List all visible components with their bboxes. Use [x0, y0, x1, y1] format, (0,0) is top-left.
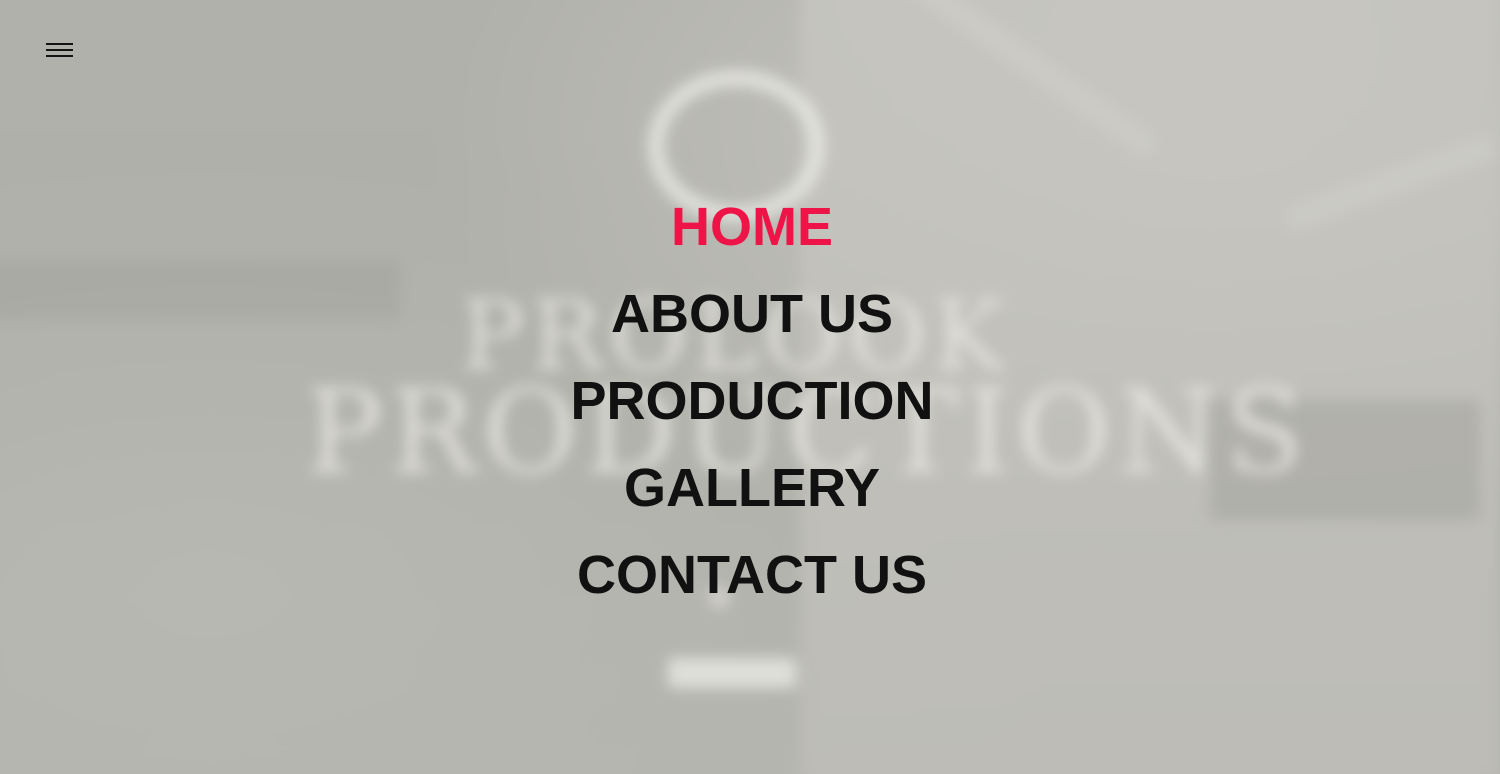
hamburger-line: [46, 43, 73, 45]
hamburger-line: [46, 55, 73, 57]
hamburger-line: [46, 49, 73, 51]
background-button: [668, 658, 796, 688]
page: PROLOOK PRODUCTIONS HOME ABOUT US PRODUC…: [0, 0, 1500, 774]
main-nav: HOME ABOUT US PRODUCTION GALLERY CONTACT…: [0, 184, 1500, 619]
nav-item-about-us[interactable]: ABOUT US: [0, 271, 1500, 358]
nav-item-gallery[interactable]: GALLERY: [0, 445, 1500, 532]
nav-item-home[interactable]: HOME: [0, 184, 1500, 271]
nav-item-contact-us[interactable]: CONTACT US: [0, 532, 1500, 619]
nav-item-production[interactable]: PRODUCTION: [0, 358, 1500, 445]
hamburger-icon[interactable]: [44, 40, 76, 62]
